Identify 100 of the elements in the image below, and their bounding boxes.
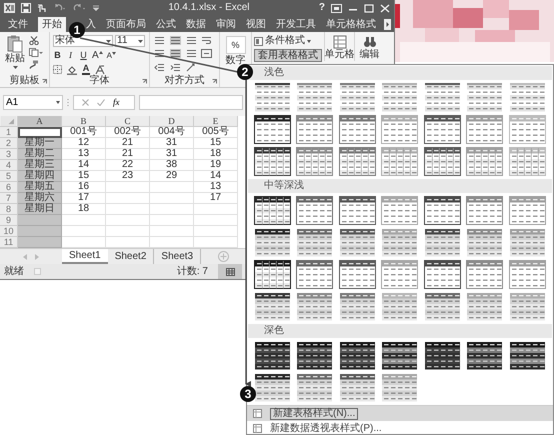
cells-button[interactable]: 单元格 bbox=[324, 32, 354, 61]
row-header[interactable]: 2 bbox=[0, 138, 18, 149]
format-painter-icon[interactable] bbox=[29, 60, 39, 69]
table-style-thumbnail[interactable] bbox=[254, 147, 291, 176]
normal-view-icon[interactable] bbox=[226, 268, 234, 276]
table-style-thumbnail[interactable] bbox=[296, 260, 334, 289]
table-style-thumbnail[interactable] bbox=[466, 115, 504, 144]
borders-icon[interactable] bbox=[53, 65, 62, 74]
column-header[interactable]: C bbox=[106, 116, 150, 127]
row-header[interactable]: 10 bbox=[0, 226, 18, 237]
close-icon[interactable] bbox=[380, 4, 390, 12]
wrap-text-icon[interactable] bbox=[201, 36, 212, 45]
dialog-launcher-icon[interactable] bbox=[142, 79, 147, 84]
table-style-thumbnail[interactable] bbox=[254, 373, 291, 402]
decrease-indent-icon[interactable] bbox=[154, 62, 165, 72]
undo-icon[interactable] bbox=[53, 3, 67, 13]
percent-button[interactable]: % bbox=[226, 36, 246, 54]
table-style-thumbnail[interactable] bbox=[466, 228, 504, 257]
table-style-thumbnail[interactable] bbox=[296, 373, 334, 402]
shrink-font-button[interactable]: A bbox=[106, 52, 116, 60]
row-header[interactable]: 11 bbox=[0, 237, 18, 248]
save-icon[interactable] bbox=[21, 3, 31, 13]
ribbon-tab[interactable]: 单元格格式 bbox=[322, 17, 380, 32]
insert-function-button[interactable]: fx bbox=[113, 98, 120, 107]
dialog-launcher-icon[interactable] bbox=[212, 79, 217, 84]
table-style-thumbnail[interactable] bbox=[381, 292, 418, 321]
table-style-thumbnail[interactable] bbox=[508, 196, 546, 225]
scissors-icon[interactable] bbox=[29, 36, 39, 45]
menu-item[interactable]: 新建数据透视表样式(P)... bbox=[247, 421, 553, 435]
table-style-thumbnail[interactable] bbox=[338, 373, 376, 402]
row-header[interactable]: 6 bbox=[0, 182, 18, 193]
table-style-thumbnail[interactable] bbox=[254, 292, 291, 321]
table-style-thumbnail[interactable] bbox=[381, 115, 418, 144]
phonetic-guide-icon[interactable] bbox=[95, 64, 105, 74]
menu-item[interactable]: 新建表格样式(N)... bbox=[247, 406, 553, 421]
table-style-thumbnail[interactable] bbox=[508, 228, 546, 257]
help-button[interactable]: ? bbox=[318, 3, 326, 13]
table-style-thumbnail[interactable] bbox=[338, 196, 376, 225]
table-style-thumbnail[interactable] bbox=[381, 196, 418, 225]
table-style-thumbnail[interactable] bbox=[508, 147, 546, 176]
table-style-thumbnail[interactable] bbox=[296, 83, 334, 112]
table-style-thumbnail[interactable] bbox=[466, 341, 504, 370]
row-header[interactable]: 4 bbox=[0, 160, 18, 171]
table-style-thumbnail[interactable] bbox=[424, 292, 461, 321]
table-style-thumbnail[interactable] bbox=[424, 341, 461, 370]
table-style-thumbnail[interactable] bbox=[296, 341, 334, 370]
ribbon-tab[interactable]: 数据 bbox=[182, 17, 210, 32]
table-style-thumbnail[interactable] bbox=[381, 228, 418, 257]
underline-button[interactable]: U bbox=[79, 51, 88, 60]
touch-mode-icon[interactable] bbox=[37, 3, 47, 13]
ribbon-tab[interactable]: 入 bbox=[82, 17, 100, 32]
sheet-tab[interactable]: Sheet1 bbox=[62, 249, 108, 264]
column-header[interactable]: A bbox=[18, 116, 62, 127]
table-style-thumbnail[interactable] bbox=[381, 147, 418, 176]
table-style-thumbnail[interactable] bbox=[296, 196, 334, 225]
table-style-thumbnail[interactable] bbox=[254, 196, 291, 225]
table-style-thumbnail[interactable] bbox=[338, 83, 376, 112]
top-align-icon[interactable] bbox=[154, 36, 165, 45]
row-header[interactable]: 1 bbox=[0, 127, 18, 138]
table-style-thumbnail[interactable] bbox=[296, 292, 334, 321]
table-style-thumbnail[interactable] bbox=[338, 341, 376, 370]
merge-cells-icon[interactable] bbox=[201, 49, 212, 58]
ribbon-tab[interactable]: 公式 bbox=[152, 17, 180, 32]
table-style-thumbnail[interactable] bbox=[296, 147, 334, 176]
editing-button[interactable]: 编辑 bbox=[354, 32, 384, 61]
align-right-icon[interactable] bbox=[186, 49, 196, 58]
row-header[interactable]: 7 bbox=[0, 193, 18, 204]
row-header[interactable]: 8 bbox=[0, 204, 18, 215]
table-style-thumbnail[interactable] bbox=[466, 260, 504, 289]
font-color-button[interactable]: A bbox=[82, 64, 90, 75]
font-size-dropdown[interactable]: 11 bbox=[115, 35, 145, 47]
table-style-thumbnail[interactable] bbox=[296, 228, 334, 257]
middle-align-icon[interactable] bbox=[170, 36, 181, 45]
table-style-thumbnail[interactable] bbox=[508, 83, 546, 112]
table-style-thumbnail[interactable] bbox=[254, 115, 291, 144]
ribbon-tab[interactable]: 页面布局 bbox=[102, 17, 150, 32]
table-style-thumbnail[interactable] bbox=[381, 373, 418, 402]
table-style-thumbnail[interactable] bbox=[381, 260, 418, 289]
increase-indent-icon[interactable] bbox=[170, 62, 181, 72]
table-style-thumbnail[interactable] bbox=[381, 83, 418, 112]
table-style-thumbnail[interactable] bbox=[424, 228, 461, 257]
table-style-thumbnail[interactable] bbox=[296, 115, 334, 144]
redo-icon[interactable] bbox=[73, 3, 87, 13]
table-style-thumbnail[interactable] bbox=[508, 341, 546, 370]
table-style-thumbnail[interactable] bbox=[508, 260, 546, 289]
ribbon-display-icon[interactable] bbox=[331, 4, 342, 12]
column-header[interactable]: E bbox=[194, 116, 238, 127]
center-icon[interactable] bbox=[170, 49, 181, 58]
bottom-align-icon[interactable] bbox=[186, 36, 196, 45]
paste-button[interactable]: 粘贴 bbox=[3, 35, 27, 74]
table-style-thumbnail[interactable] bbox=[381, 341, 418, 370]
row-header[interactable]: 9 bbox=[0, 215, 18, 226]
table-style-thumbnail[interactable] bbox=[466, 147, 504, 176]
customize-caret-icon[interactable] bbox=[93, 5, 99, 11]
table-style-thumbnail[interactable] bbox=[466, 292, 504, 321]
table-style-thumbnail[interactable] bbox=[466, 196, 504, 225]
table-style-thumbnail[interactable] bbox=[254, 228, 291, 257]
table-style-thumbnail[interactable] bbox=[254, 341, 291, 370]
row-header[interactable]: 3 bbox=[0, 149, 18, 160]
bold-button[interactable]: B bbox=[53, 51, 62, 60]
